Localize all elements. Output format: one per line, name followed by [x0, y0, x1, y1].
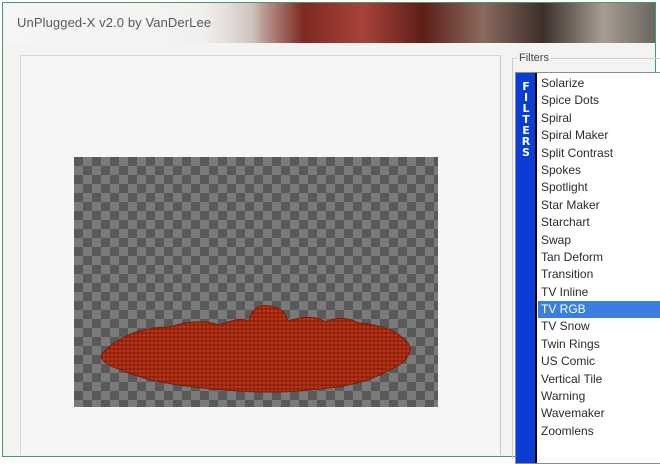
filter-item-tv-rgb[interactable]: TV RGB: [538, 301, 660, 319]
filter-item-spiral-maker[interactable]: Spiral Maker: [538, 127, 660, 144]
title-banner: UnPlugged-X v2.0 by VanDerLee: [3, 3, 655, 43]
preview-image: [100, 305, 411, 393]
filter-item-vertical-tile[interactable]: Vertical Tile: [538, 371, 660, 388]
preview-panel: [20, 55, 499, 454]
filter-item-spiral[interactable]: Spiral: [538, 110, 660, 127]
filters-list[interactable]: F I L T E R S Solarize Spice Dots Spiral…: [515, 72, 660, 464]
strip-letter: S: [522, 146, 530, 159]
filter-item-starchart[interactable]: Starchart: [538, 214, 660, 231]
filter-item-twin-rings[interactable]: Twin Rings: [538, 336, 660, 353]
filter-item-warning[interactable]: Warning: [538, 388, 660, 405]
filter-item-spokes[interactable]: Spokes: [538, 162, 660, 179]
filter-item-solarize[interactable]: Solarize: [538, 75, 660, 92]
filter-items: Solarize Spice Dots Spiral Spiral Maker …: [538, 75, 660, 440]
filter-item-tv-snow[interactable]: TV Snow: [538, 318, 660, 335]
filters-group-label: Filters: [517, 52, 551, 64]
filter-item-split-contrast[interactable]: Split Contrast: [538, 145, 660, 162]
filter-item-swap[interactable]: Swap: [538, 232, 660, 249]
preview-canvas[interactable]: [74, 157, 438, 407]
panel-divider: [500, 55, 501, 455]
filter-item-star-maker[interactable]: Star Maker: [538, 197, 660, 214]
filters-strip: F I L T E R S: [516, 73, 537, 463]
filters-strip-text: F I L T E R S: [519, 81, 533, 158]
filter-item-tv-inline[interactable]: TV Inline: [538, 284, 660, 301]
filter-item-wavemaker[interactable]: Wavemaker: [538, 405, 660, 422]
filter-item-tan-deform[interactable]: Tan Deform: [538, 249, 660, 266]
filter-item-transition[interactable]: Transition: [538, 266, 660, 283]
window-title: UnPlugged-X v2.0 by VanDerLee: [17, 15, 212, 30]
filter-item-spotlight[interactable]: Spotlight: [538, 179, 660, 196]
filter-item-spice-dots[interactable]: Spice Dots: [538, 92, 660, 109]
filter-item-us-comic[interactable]: US Comic: [538, 353, 660, 370]
filter-item-zoomlens[interactable]: Zoomlens: [538, 423, 660, 440]
